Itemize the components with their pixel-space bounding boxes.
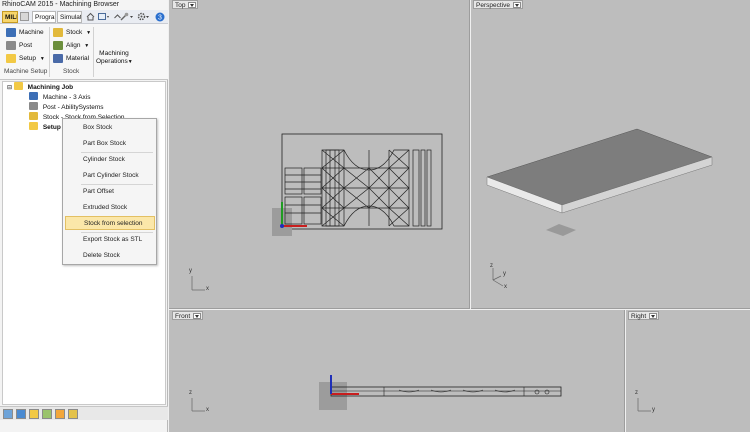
perspective-view-drawing: [486, 128, 713, 287]
group-label-stock: Stock: [63, 68, 80, 75]
axis-indicator: [191, 398, 205, 412]
axis-label-z: z: [490, 263, 493, 269]
z-axis-dot: [280, 224, 284, 228]
machining-browser-panel: RhinoCAM 2015 - Machining Browser MILL P…: [0, 0, 168, 432]
post-icon: [29, 102, 38, 110]
display-icon[interactable]: [98, 12, 109, 21]
axis-label-x: x: [206, 286, 209, 292]
tools-icon[interactable]: [120, 12, 133, 21]
setup-button[interactable]: Setup ▼: [6, 53, 45, 64]
front-view-drawing: [191, 375, 562, 412]
menu-item-box-stock[interactable]: Box Stock: [65, 121, 155, 135]
home-icon[interactable]: [86, 12, 95, 21]
tree-node-setup[interactable]: Setup 1: [29, 122, 66, 132]
panel-title: RhinoCAM 2015 - Machining Browser: [0, 0, 168, 10]
menu-item-stock-from-selection[interactable]: Stock from selection: [65, 216, 155, 230]
chevron-down-icon: ▼: [84, 43, 90, 49]
menu-item-part-cylinder-stock[interactable]: Part Cylinder Stock: [65, 169, 155, 183]
axis-label-y: y: [652, 407, 655, 413]
stock-icon: [53, 28, 63, 37]
svg-text:3: 3: [158, 15, 162, 22]
align-button[interactable]: Align ▼: [53, 40, 89, 51]
stock-outline: [281, 133, 443, 230]
browser-tool-icon[interactable]: [3, 409, 13, 419]
part-right-bars: [412, 149, 432, 227]
tab-program[interactable]: Program: [32, 11, 56, 23]
job-folder-icon: [13, 82, 23, 90]
viewport-perspective[interactable]: Perspective z x y: [471, 0, 750, 309]
ribbon-divider: [93, 27, 94, 77]
menu-item-delete-stock[interactable]: Delete Stock: [65, 249, 155, 263]
gear-icon[interactable]: [137, 12, 149, 21]
machine-tab-icon[interactable]: [20, 12, 29, 21]
tab-simulate[interactable]: Simulat: [57, 11, 82, 23]
setup-icon: [29, 122, 38, 130]
axis-label-x: x: [504, 284, 507, 290]
chevron-down-icon: ▼: [86, 30, 92, 36]
right-view-drawing: [637, 398, 651, 412]
stock-button[interactable]: Stock ▼: [53, 27, 91, 38]
axis-label-z: z: [635, 390, 638, 396]
tab-mill[interactable]: MILL: [2, 11, 18, 23]
stock-icon: [29, 112, 38, 120]
post-icon: [6, 41, 16, 50]
bottom-toolbar: [0, 406, 168, 420]
tree-node-machine[interactable]: Machine - 3 Axis: [29, 92, 91, 102]
material-icon: [53, 54, 63, 63]
tools-library-icon[interactable]: [55, 409, 65, 419]
axis-indicator: [637, 398, 651, 412]
menu-item-extruded-stock[interactable]: Extruded Stock: [65, 201, 155, 215]
stock-tool-icon[interactable]: [42, 409, 52, 419]
machine-icon: [6, 28, 16, 37]
top-view-drawing: [191, 133, 443, 291]
setup-icon: [6, 54, 16, 63]
axis-label-z: z: [189, 390, 192, 396]
material-button[interactable]: Material: [53, 53, 89, 64]
ribbon-divider: [49, 27, 50, 77]
origin-box-shadow: [546, 224, 576, 236]
menu-item-part-offset[interactable]: Part Offset: [65, 185, 155, 199]
ribbon: Machine Post Setup ▼ Machine Setup Stock…: [0, 24, 168, 80]
expand-icon[interactable]: ⊟: [7, 85, 12, 91]
axis-indicator: [191, 276, 205, 291]
tab-bar: MILL Program Simulat 3: [0, 10, 168, 24]
viewport-right[interactable]: Right z y: [626, 310, 750, 432]
axis-indicator: [492, 268, 504, 287]
axis-label-y: y: [189, 268, 192, 274]
axis-label-y: y: [503, 271, 506, 277]
align-icon: [53, 41, 63, 50]
chevron-down-icon: ▼: [127, 59, 133, 65]
menu-item-export-stock-stl[interactable]: Export Stock as STL: [65, 233, 155, 247]
help-icon[interactable]: 3: [155, 12, 165, 22]
group-label-machine-setup: Machine Setup: [4, 68, 48, 75]
toolpath-tool-icon[interactable]: [29, 409, 39, 419]
viewport-top[interactable]: Top y x: [169, 0, 470, 309]
machining-operations-button[interactable]: Machining Operations▼: [96, 50, 133, 66]
part-side-profile: [331, 387, 561, 396]
menu-item-part-box-stock[interactable]: Part Box Stock: [65, 137, 155, 151]
machine-icon: [29, 92, 38, 100]
machine-button[interactable]: Machine: [6, 27, 44, 38]
tree-node-machining-job[interactable]: ⊟ Machining Job: [7, 82, 73, 92]
tree-node-post[interactable]: Post - AbilitySystems: [29, 102, 104, 112]
axis-label-x: x: [206, 407, 209, 413]
simulate-tool-icon[interactable]: [16, 409, 26, 419]
context-menu: Box Stock Part Box Stock Cylinder Stock …: [62, 118, 157, 265]
settings-tool-icon[interactable]: [68, 409, 78, 419]
viewport-front[interactable]: Front z x: [169, 310, 625, 432]
chevron-down-icon: ▼: [39, 56, 45, 62]
post-button[interactable]: Post: [6, 40, 32, 51]
menu-item-cylinder-stock[interactable]: Cylinder Stock: [65, 153, 155, 167]
